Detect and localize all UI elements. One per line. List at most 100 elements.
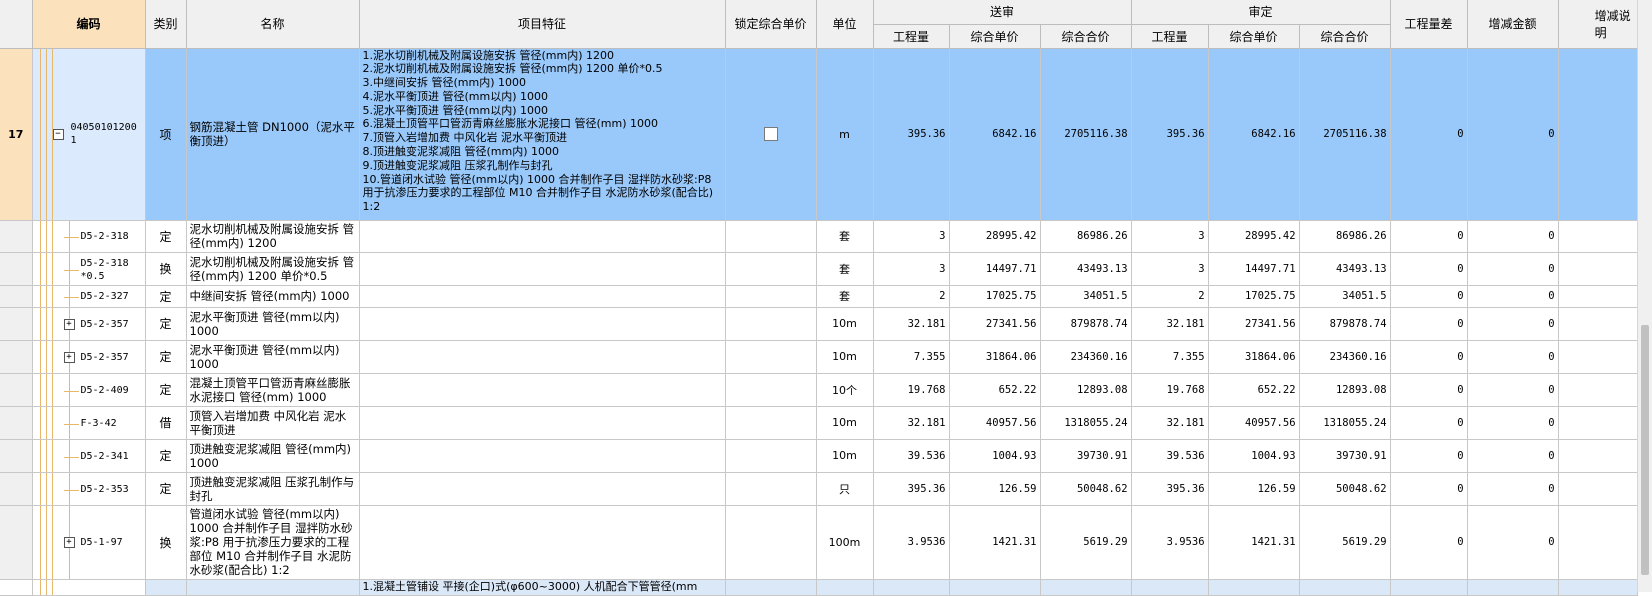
tree-cell[interactable] xyxy=(32,579,146,596)
diff-note[interactable] xyxy=(1558,307,1638,341)
table-row[interactable]: + D5-2-357 定 泥水平衡顶进 管径(mm以内) 1000 10m 7.… xyxy=(0,340,1638,374)
lock-price-cell[interactable] xyxy=(725,439,817,473)
qty-diff: 0 xyxy=(1390,439,1468,473)
lock-price-cell[interactable] xyxy=(725,579,817,596)
corner-cell[interactable] xyxy=(0,0,33,49)
lock-price-cell[interactable] xyxy=(725,505,817,580)
lock-price-cell[interactable] xyxy=(725,406,817,440)
submit-total: 12893.08 xyxy=(1040,373,1132,407)
tree-cell[interactable]: − 040501012001 xyxy=(32,48,146,221)
tree-cell[interactable]: + D5-2-357 xyxy=(32,340,146,374)
diff-note[interactable] xyxy=(1558,472,1638,506)
tree-cell[interactable]: D5-2-318 *0.5 xyxy=(32,252,146,286)
col-header-qty-diff[interactable]: 工程量差 xyxy=(1390,0,1468,49)
vertical-scrollbar[interactable] xyxy=(1637,0,1652,592)
col-header-review-qty[interactable]: 工程量 xyxy=(1131,24,1209,49)
item-unit: 10个 xyxy=(816,373,874,407)
review-unit-price: 14497.71 xyxy=(1208,252,1300,286)
tree-cell[interactable]: D5-2-327 xyxy=(32,285,146,308)
row-number[interactable]: 17 xyxy=(0,48,33,221)
review-total: 86986.26 xyxy=(1299,220,1391,253)
row-number[interactable] xyxy=(0,373,33,407)
col-header-submit-total[interactable]: 综合合价 xyxy=(1040,24,1132,49)
review-unit-price: 27341.56 xyxy=(1208,307,1300,341)
table-row[interactable]: + D5-1-97 换 管道闭水试验 管径(mm以内) 1000 合并制作子目 … xyxy=(0,505,1638,580)
col-header-review-unit-price[interactable]: 综合单价 xyxy=(1208,24,1300,49)
submit-unit-price: 31864.06 xyxy=(949,340,1041,374)
col-header-code[interactable]: 编码 xyxy=(32,0,146,49)
tree-cell[interactable]: F-3-42 xyxy=(32,406,146,440)
table-row[interactable]: D5-2-318 定 泥水切削机械及附属设施安拆 管径(mm内) 1200 套 … xyxy=(0,220,1638,253)
lock-price-cell[interactable] xyxy=(725,307,817,341)
item-features xyxy=(359,340,726,374)
diff-note[interactable] xyxy=(1558,48,1638,221)
col-header-amount-diff[interactable]: 增减金额 xyxy=(1467,0,1559,49)
tree-cell[interactable]: D5-2-353 xyxy=(32,472,146,506)
lock-price-cell[interactable] xyxy=(725,340,817,374)
diff-note[interactable] xyxy=(1558,406,1638,440)
row-number[interactable] xyxy=(0,220,33,253)
col-header-note[interactable]: 增减说明 xyxy=(1558,0,1638,49)
qty-diff: 0 xyxy=(1390,406,1468,440)
diff-note[interactable] xyxy=(1558,285,1638,308)
diff-note[interactable] xyxy=(1558,439,1638,473)
tree-cell[interactable]: D5-2-318 xyxy=(32,220,146,253)
col-group-submit: 送审 xyxy=(873,0,1132,25)
diff-note[interactable] xyxy=(1558,252,1638,286)
lock-price-cell[interactable] xyxy=(725,252,817,286)
tree-cell[interactable]: D5-2-341 xyxy=(32,439,146,473)
col-header-unit[interactable]: 单位 xyxy=(816,0,874,49)
table-row[interactable]: D5-2-327 定 中继间安拆 管径(mm内) 1000 套 2 17025.… xyxy=(0,285,1638,308)
table-row[interactable]: + D5-2-357 定 泥水平衡顶进 管径(mm以内) 1000 10m 32… xyxy=(0,307,1638,341)
diff-note[interactable] xyxy=(1558,373,1638,407)
item-code: D5-2-357 xyxy=(80,318,129,330)
row-number[interactable] xyxy=(0,505,33,580)
lock-price-cell[interactable] xyxy=(725,472,817,506)
lock-price-cell[interactable] xyxy=(725,285,817,308)
expand-icon[interactable]: + xyxy=(63,318,75,330)
col-header-features[interactable]: 项目特征 xyxy=(359,0,726,49)
scrollbar-thumb[interactable] xyxy=(1641,325,1649,575)
col-header-submit-unit-price[interactable]: 综合单价 xyxy=(949,24,1041,49)
tree-cell[interactable]: D5-2-409 xyxy=(32,373,146,407)
row-number[interactable] xyxy=(0,579,33,596)
lock-price-checkbox-cell[interactable] xyxy=(725,48,817,221)
tree-cell[interactable]: + D5-2-357 xyxy=(32,307,146,341)
col-header-submit-qty[interactable]: 工程量 xyxy=(873,24,950,49)
col-header-lock[interactable]: 锁定综合单价 xyxy=(725,0,817,49)
table-row-next[interactable]: 1.混凝土管铺设 平接(企口)式(φ600~3000) 人机配合下管管径(mm xyxy=(0,579,1638,596)
col-header-name[interactable]: 名称 xyxy=(186,0,360,49)
item-code: D5-2-327 xyxy=(80,290,129,302)
item-type: 定 xyxy=(145,439,187,473)
row-number[interactable] xyxy=(0,252,33,286)
diff-note[interactable] xyxy=(1558,579,1638,596)
qty-diff: 0 xyxy=(1390,285,1468,308)
col-header-type[interactable]: 类别 xyxy=(145,0,187,49)
item-features: 1.泥水切削机械及附属设施安拆 管径(mm内) 1200 2.泥水切削机械及附属… xyxy=(359,48,726,221)
expand-icon[interactable]: + xyxy=(63,351,75,363)
review-qty: 7.355 xyxy=(1131,340,1209,374)
lock-price-checkbox[interactable] xyxy=(763,127,778,141)
row-number[interactable] xyxy=(0,340,33,374)
table-row[interactable]: D5-2-409 定 混凝土顶管平口管沥青麻丝膨胀水泥接口 管径(mm) 100… xyxy=(0,373,1638,407)
row-number[interactable] xyxy=(0,285,33,308)
lock-price-cell[interactable] xyxy=(725,220,817,253)
row-number[interactable] xyxy=(0,439,33,473)
row-number[interactable] xyxy=(0,406,33,440)
col-header-review-total[interactable]: 综合合价 xyxy=(1299,24,1391,49)
table-row[interactable]: D5-2-318 *0.5 换 泥水切削机械及附属设施安拆 管径(mm内) 12… xyxy=(0,252,1638,286)
table-row[interactable]: F-3-42 借 顶管入岩增加费 中风化岩 泥水平衡顶进 10m 32.181 … xyxy=(0,406,1638,440)
item-features xyxy=(359,220,726,253)
collapse-icon[interactable]: − xyxy=(52,128,64,140)
table-row[interactable]: D5-2-353 定 顶进触变泥浆减阻 压浆孔制作与封孔 只 395.36 12… xyxy=(0,472,1638,506)
row-number[interactable] xyxy=(0,307,33,341)
diff-note[interactable] xyxy=(1558,220,1638,253)
table-row[interactable]: D5-2-341 定 顶进触变泥浆减阻 管径(mm内) 1000 10m 39.… xyxy=(0,439,1638,473)
expand-icon[interactable]: + xyxy=(63,536,75,548)
lock-price-cell[interactable] xyxy=(725,373,817,407)
table-row-selected[interactable]: 17 − 040501012001 项 钢筋混凝土管 DN1000（泥水平衡顶进… xyxy=(0,48,1638,221)
diff-note[interactable] xyxy=(1558,505,1638,580)
row-number[interactable] xyxy=(0,472,33,506)
tree-cell[interactable]: + D5-1-97 xyxy=(32,505,146,580)
diff-note[interactable] xyxy=(1558,340,1638,374)
